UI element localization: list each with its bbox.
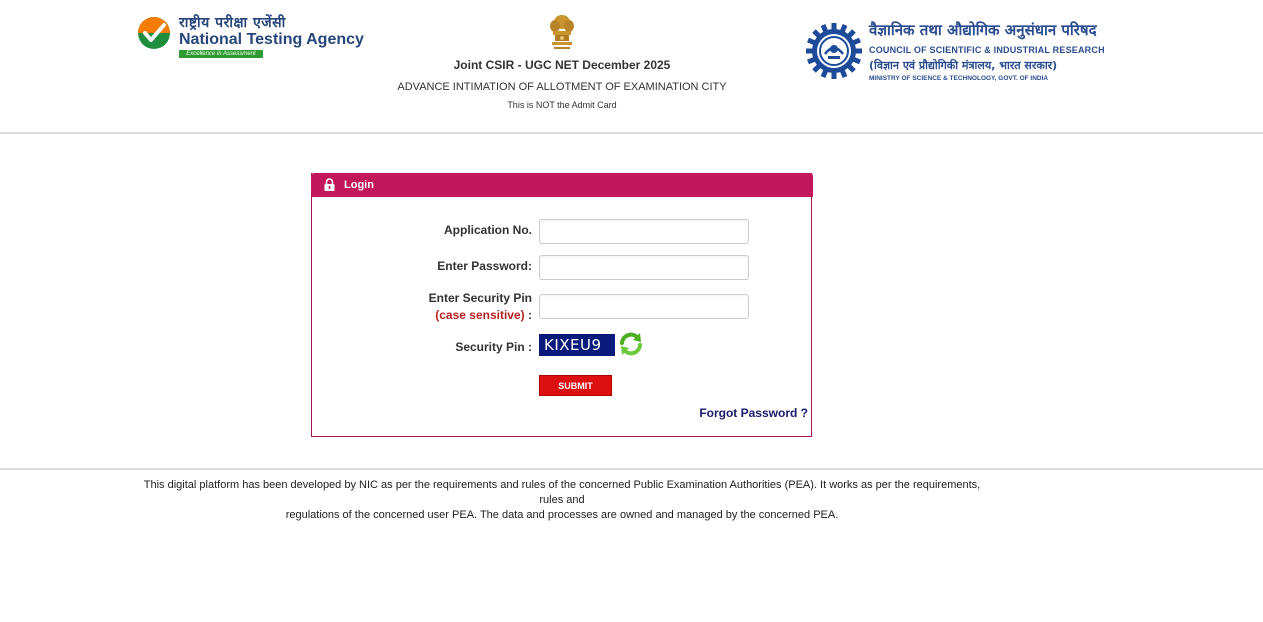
footer-divider — [0, 468, 1263, 470]
csir-hindi-name: वैज्ञानिक तथा औद्योगिक अनुसंधान परिषद — [869, 21, 1097, 39]
login-title: Login — [344, 179, 374, 191]
lock-icon — [324, 178, 335, 191]
submit-button[interactable]: SUBMIT — [539, 375, 612, 396]
login-panel-header: Login — [311, 173, 813, 197]
csir-logo: वैज्ञानिक तथा औद्योगिक अनुसंधान परिषद CO… — [805, 20, 1105, 84]
password-label: Enter Password: — [437, 259, 532, 273]
footer-line-2: regulations of the concerned user PEA. T… — [285, 509, 839, 521]
nta-hindi-name: राष्ट्रीय परीक्षा एजेंसी — [179, 15, 286, 31]
nta-logo: राष्ट्रीय परीक्षा एजेंसी National Testin… — [137, 13, 364, 61]
footer-disclaimer: This digital platform has been developed… — [132, 478, 992, 523]
password-input[interactable] — [539, 255, 749, 280]
case-sensitive-colon: : — [524, 308, 532, 322]
case-sensitive-note: (case sensitive) : — [435, 308, 532, 322]
footer-line-1: This digital platform has been developed… — [143, 479, 981, 506]
refresh-icon[interactable] — [618, 331, 644, 357]
csir-hindi-ministry: (विज्ञान एवं प्रौद्योगिकी मंत्रालय, भारत… — [869, 59, 1058, 72]
page-header: राष्ट्रीय परीक्षा एजेंसी National Testin… — [0, 0, 1263, 134]
security-pin-input[interactable] — [539, 294, 749, 319]
exam-title: Joint CSIR - UGC NET December 2025 — [453, 58, 671, 72]
exam-subtitle: ADVANCE INTIMATION OF ALLOTMENT OF EXAMI… — [397, 81, 727, 93]
application-number-label: Application No. — [444, 223, 532, 237]
admit-card-note: This is NOT the Admit Card — [507, 100, 617, 110]
captcha-label: Security Pin : — [455, 340, 532, 354]
csir-ministry: MINISTRY OF SCIENCE & TECHNOLOGY, GOVT. … — [869, 75, 1049, 82]
nta-english-name: National Testing Agency — [179, 31, 364, 48]
security-pin-label: Enter Security Pin — [428, 291, 532, 305]
national-emblem-icon — [550, 15, 574, 49]
csir-english-name: COUNCIL OF SCIENTIFIC & INDUSTRIAL RESEA… — [869, 45, 1105, 55]
application-number-input[interactable] — [539, 219, 749, 244]
nta-tagline: Excellence in Assessment — [179, 50, 263, 58]
csir-logo-icon — [806, 23, 862, 79]
forgot-password-link[interactable]: Forgot Password ? — [699, 406, 808, 420]
case-sensitive-text: (case sensitive) — [435, 308, 525, 322]
login-panel: Login Application No. Enter Password: En… — [311, 173, 813, 437]
nta-checkmark-logo-icon — [138, 17, 170, 49]
captcha-image: KIXEU9 — [539, 334, 615, 356]
